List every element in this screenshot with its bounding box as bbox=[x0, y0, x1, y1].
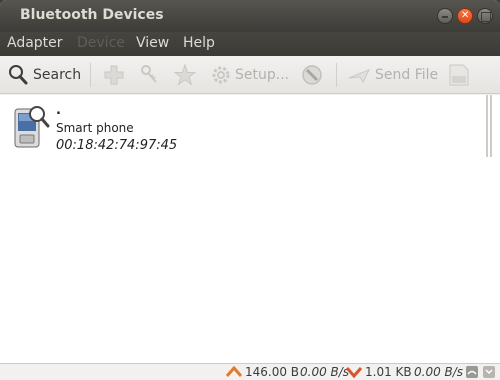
received-rate: 0.00 B/s bbox=[414, 365, 464, 379]
status-bar: 146.00 B 0.00 B/s 1.01 KB 0.00 B/s bbox=[0, 364, 500, 380]
upload-arrow-icon bbox=[226, 366, 242, 377]
pair-device-button[interactable] bbox=[138, 64, 160, 86]
list-divider bbox=[486, 95, 488, 157]
device-type: Smart phone bbox=[56, 121, 134, 135]
menu-help[interactable]: Help bbox=[183, 35, 215, 51]
device-list[interactable]: . Smart phone 00:18:42:74:97:45 bbox=[0, 95, 500, 364]
menu-adapter[interactable]: Adapter bbox=[7, 35, 63, 51]
add-device-button[interactable] bbox=[103, 64, 125, 86]
device-row[interactable]: . Smart phone 00:18:42:74:97:45 bbox=[12, 103, 482, 163]
search-label: Search bbox=[33, 67, 82, 83]
document-icon bbox=[449, 64, 469, 86]
keys-icon bbox=[141, 65, 157, 83]
send-file-label: Send File bbox=[375, 67, 439, 83]
download-arrow-icon bbox=[346, 367, 362, 378]
device-address: 00:18:42:74:97:45 bbox=[56, 138, 178, 153]
menu-view[interactable]: View bbox=[136, 35, 169, 51]
signal-icon bbox=[466, 366, 478, 378]
received-total: 1.01 KB bbox=[365, 365, 412, 379]
sent-total: 146.00 B bbox=[245, 365, 300, 379]
close-button[interactable] bbox=[457, 8, 473, 24]
send-arrow-icon bbox=[348, 69, 370, 84]
menu-bar: Adapter Device View Help bbox=[0, 32, 500, 56]
bluetooth-devices-window: Bluetooth Devices Adapter Device View He… bbox=[0, 0, 500, 380]
search-icon bbox=[9, 65, 28, 85]
setup-label: Setup... bbox=[235, 67, 290, 83]
trust-device-button[interactable] bbox=[174, 64, 196, 86]
gear-icon bbox=[212, 66, 230, 84]
toolbar-separator bbox=[90, 63, 91, 87]
sent-rate: 0.00 B/s bbox=[300, 365, 350, 379]
menu-device[interactable]: Device bbox=[77, 35, 125, 51]
maximize-button[interactable] bbox=[477, 8, 493, 24]
remove-device-button[interactable] bbox=[301, 64, 323, 86]
minimize-button[interactable] bbox=[437, 8, 453, 24]
setup-button[interactable]: Setup... bbox=[210, 64, 289, 86]
transfer-icon bbox=[483, 366, 495, 378]
add-icon bbox=[104, 65, 124, 85]
window-title: Bluetooth Devices bbox=[20, 7, 164, 23]
toolbar: Search Setup... Send File bbox=[0, 56, 500, 94]
device-name: . bbox=[56, 103, 61, 118]
list-divider bbox=[490, 95, 492, 157]
star-icon bbox=[174, 64, 196, 86]
title-bar: Bluetooth Devices bbox=[0, 0, 500, 32]
smartphone-icon bbox=[14, 106, 50, 148]
search-button[interactable]: Search bbox=[7, 64, 81, 86]
toolbar-separator bbox=[336, 63, 337, 87]
block-icon bbox=[302, 65, 322, 85]
send-file-button[interactable]: Send File bbox=[348, 64, 438, 86]
browse-files-button[interactable] bbox=[447, 64, 471, 86]
